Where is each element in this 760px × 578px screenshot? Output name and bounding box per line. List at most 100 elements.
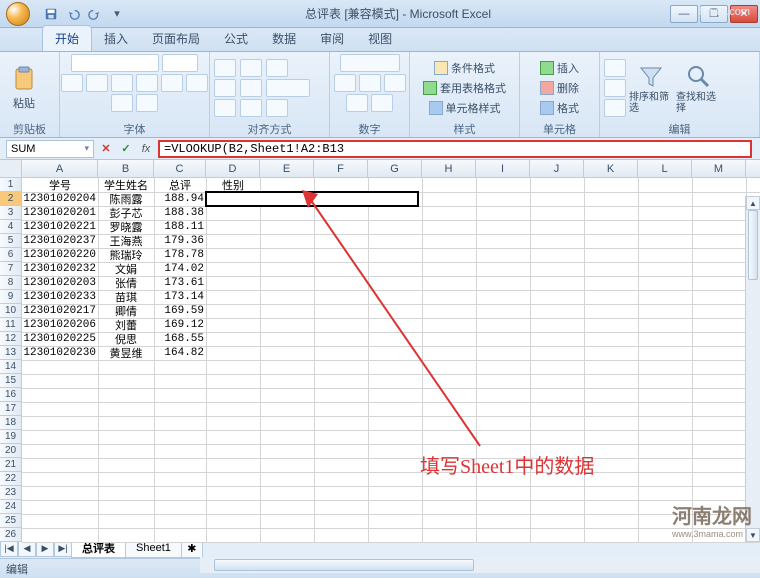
cell[interactable]: 173.14 bbox=[154, 290, 206, 304]
col-header-C[interactable]: C bbox=[154, 160, 206, 177]
row-header-7[interactable]: 7 bbox=[0, 262, 22, 276]
vertical-scrollbar[interactable]: ▲ ▼ bbox=[745, 196, 760, 542]
percent-button[interactable] bbox=[359, 74, 381, 92]
currency-button[interactable] bbox=[334, 74, 356, 92]
row-header-19[interactable]: 19 bbox=[0, 430, 22, 444]
cell[interactable]: 刘蕾 bbox=[98, 318, 154, 332]
redo-icon[interactable] bbox=[86, 5, 104, 23]
qat-dropdown-icon[interactable]: ▾ bbox=[108, 5, 126, 23]
row-header-11[interactable]: 11 bbox=[0, 318, 22, 332]
shrink-font-button[interactable] bbox=[136, 94, 158, 112]
italic-button[interactable] bbox=[86, 74, 108, 92]
cell[interactable]: 卿倩 bbox=[98, 304, 154, 318]
cell[interactable]: 彭子芯 bbox=[98, 206, 154, 220]
row-header-15[interactable]: 15 bbox=[0, 374, 22, 388]
col-header-I[interactable]: I bbox=[476, 160, 530, 177]
cell[interactable]: 12301020203 bbox=[22, 276, 98, 290]
cell[interactable]: 12301020217 bbox=[22, 304, 98, 318]
conditional-format-button[interactable]: 条件格式 bbox=[432, 59, 497, 77]
delete-cells-button[interactable]: 删除 bbox=[538, 79, 581, 97]
align-center-button[interactable] bbox=[240, 79, 262, 97]
fill-button[interactable] bbox=[604, 79, 626, 97]
chevron-down-icon[interactable]: ▾ bbox=[84, 143, 89, 154]
row-header-2[interactable]: 2 bbox=[0, 192, 22, 206]
row-header-21[interactable]: 21 bbox=[0, 458, 22, 472]
decrease-decimal-button[interactable] bbox=[371, 94, 393, 112]
cell[interactable]: 熊瑞玲 bbox=[98, 248, 154, 262]
cell[interactable]: 12301020221 bbox=[22, 220, 98, 234]
cell[interactable]: 12301020220 bbox=[22, 248, 98, 262]
office-button[interactable] bbox=[0, 0, 36, 28]
tab-开始[interactable]: 开始 bbox=[42, 25, 92, 51]
cell[interactable]: 12301020233 bbox=[22, 290, 98, 304]
cell[interactable]: 12301020230 bbox=[22, 346, 98, 360]
horizontal-scroll-thumb[interactable] bbox=[214, 559, 474, 571]
comma-button[interactable] bbox=[384, 74, 406, 92]
row-header-12[interactable]: 12 bbox=[0, 332, 22, 346]
row-header-25[interactable]: 25 bbox=[0, 514, 22, 528]
tab-页面布局[interactable]: 页面布局 bbox=[140, 26, 212, 51]
cell[interactable]: 12301020225 bbox=[22, 332, 98, 346]
cell[interactable]: 169.59 bbox=[154, 304, 206, 318]
row-header-16[interactable]: 16 bbox=[0, 388, 22, 402]
row-header-10[interactable]: 10 bbox=[0, 304, 22, 318]
row-header-17[interactable]: 17 bbox=[0, 402, 22, 416]
cell[interactable]: 173.61 bbox=[154, 276, 206, 290]
row-header-14[interactable]: 14 bbox=[0, 360, 22, 374]
col-header-M[interactable]: M bbox=[692, 160, 746, 177]
cell[interactable]: 179.36 bbox=[154, 234, 206, 248]
cell[interactable]: 性别 bbox=[206, 178, 260, 192]
row-header-4[interactable]: 4 bbox=[0, 220, 22, 234]
cell[interactable]: 169.12 bbox=[154, 318, 206, 332]
col-header-J[interactable]: J bbox=[530, 160, 584, 177]
horizontal-scrollbar[interactable] bbox=[200, 557, 760, 573]
cell[interactable]: 188.94 bbox=[154, 192, 206, 206]
cell[interactable]: 174.02 bbox=[154, 262, 206, 276]
row-header-5[interactable]: 5 bbox=[0, 234, 22, 248]
col-header-H[interactable]: H bbox=[422, 160, 476, 177]
cell[interactable]: 12301020206 bbox=[22, 318, 98, 332]
cell[interactable]: 黄昱维 bbox=[98, 346, 154, 360]
sheet-nav-button[interactable]: |◀ bbox=[0, 541, 18, 557]
col-header-L[interactable]: L bbox=[638, 160, 692, 177]
merge-center-button[interactable] bbox=[266, 79, 310, 97]
wrap-text-button[interactable] bbox=[266, 59, 288, 77]
cell[interactable]: 文娟 bbox=[98, 262, 154, 276]
row-header-13[interactable]: 13 bbox=[0, 346, 22, 360]
font-color-button[interactable] bbox=[186, 74, 208, 92]
tab-视图[interactable]: 视图 bbox=[356, 26, 404, 51]
select-all-corner[interactable] bbox=[0, 160, 22, 178]
row-header-3[interactable]: 3 bbox=[0, 206, 22, 220]
increase-decimal-button[interactable] bbox=[346, 94, 368, 112]
minimize-button[interactable]: — bbox=[670, 5, 698, 23]
cell-grid[interactable]: 学号学生姓名总评性别12301020204陈雨露188.94=VLOOKUP(B… bbox=[22, 178, 760, 542]
save-icon[interactable] bbox=[42, 5, 60, 23]
format-as-table-button[interactable]: 套用表格格式 bbox=[421, 79, 508, 97]
row-header-6[interactable]: 6 bbox=[0, 248, 22, 262]
row-header-8[interactable]: 8 bbox=[0, 276, 22, 290]
align-bottom-button[interactable] bbox=[214, 99, 236, 117]
cell[interactable]: 苗琪 bbox=[98, 290, 154, 304]
align-middle-button[interactable] bbox=[214, 79, 236, 97]
cell[interactable]: 王海燕 bbox=[98, 234, 154, 248]
tab-数据[interactable]: 数据 bbox=[260, 26, 308, 51]
row-header-23[interactable]: 23 bbox=[0, 486, 22, 500]
cell[interactable]: 188.11 bbox=[154, 220, 206, 234]
cell[interactable]: 178.78 bbox=[154, 248, 206, 262]
align-left-button[interactable] bbox=[240, 59, 262, 77]
align-top-button[interactable] bbox=[214, 59, 236, 77]
cell[interactable]: 12301020201 bbox=[22, 206, 98, 220]
col-header-B[interactable]: B bbox=[98, 160, 154, 177]
border-button[interactable] bbox=[136, 74, 158, 92]
cell[interactable]: 学生姓名 bbox=[98, 178, 154, 192]
autosum-button[interactable] bbox=[604, 59, 626, 77]
tab-公式[interactable]: 公式 bbox=[212, 26, 260, 51]
cell[interactable]: 12301020237 bbox=[22, 234, 98, 248]
format-cells-button[interactable]: 格式 bbox=[538, 99, 581, 117]
cell[interactable]: 168.55 bbox=[154, 332, 206, 346]
name-box[interactable]: SUM▾ bbox=[6, 140, 94, 158]
enter-formula-button[interactable]: ✓ bbox=[118, 141, 134, 157]
insert-cells-button[interactable]: 插入 bbox=[538, 59, 581, 77]
underline-button[interactable] bbox=[111, 74, 133, 92]
insert-function-button[interactable]: fx bbox=[138, 141, 154, 157]
